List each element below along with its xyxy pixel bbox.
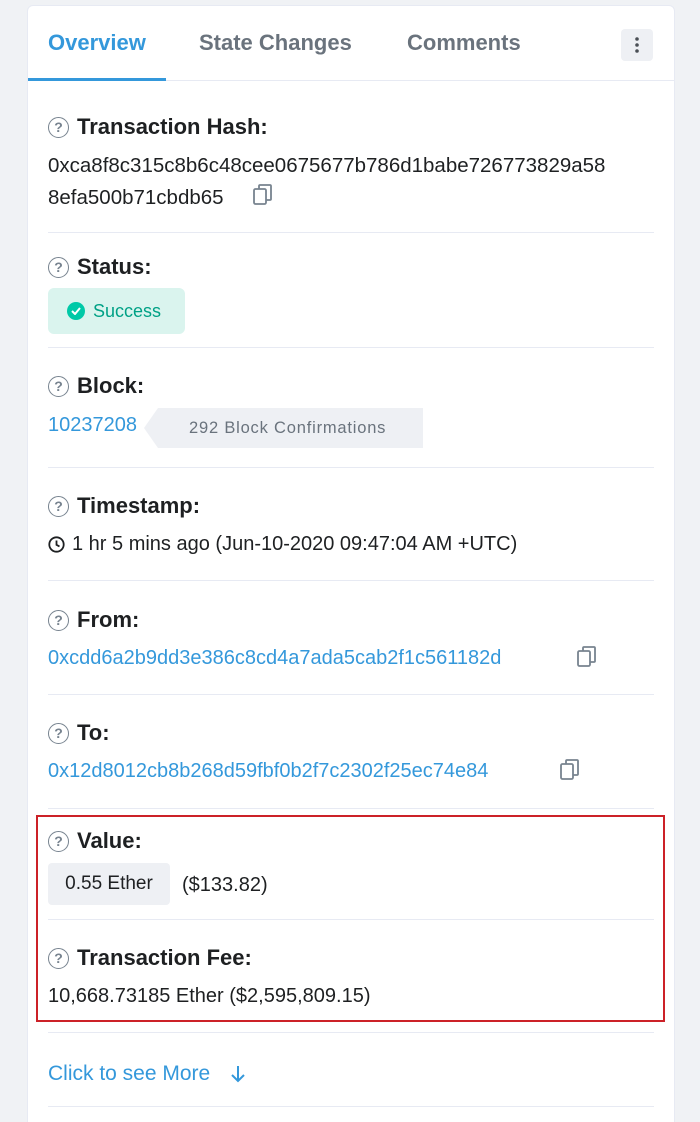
block-confirmations-badge: 292 Block Confirmations <box>144 408 423 448</box>
to-label-text: To: <box>77 720 110 745</box>
value-fee-highlight-box <box>36 815 665 1022</box>
status-label-text: Status: <box>77 254 152 279</box>
divider <box>48 580 654 581</box>
see-more-label: Click to see More <box>48 1062 211 1085</box>
help-icon[interactable]: ? <box>48 495 69 517</box>
from-address-link[interactable]: 0xcdd6a2b9dd3e386c8cd4a7ada5cab2f1c56118… <box>48 647 501 670</box>
active-tab-indicator <box>28 78 166 81</box>
block-label-text: Block: <box>77 373 145 398</box>
tab-overview[interactable]: Overview <box>48 30 146 56</box>
tab-bar: Overview State Changes Comments <box>28 6 674 81</box>
transaction-hash-label-text: Transaction Hash: <box>77 114 268 139</box>
divider <box>48 1032 654 1033</box>
from-label-text: From: <box>77 607 140 632</box>
arrow-down-icon <box>231 1066 245 1083</box>
tab-state-changes[interactable]: State Changes <box>199 30 352 56</box>
to-label: ? To: <box>48 720 110 746</box>
block-label: ? Block: <box>48 373 144 399</box>
transaction-hash-label: ? Transaction Hash: <box>48 114 268 140</box>
to-address-link[interactable]: 0x12d8012cb8b268d59fbf0b2f7c2302f25ec74e… <box>48 760 488 783</box>
transaction-hash-value-line1: 0xca8f8c315c8b6c48cee0675677b786d1babe72… <box>48 154 606 177</box>
more-vertical-icon <box>635 37 639 53</box>
clock-icon <box>48 536 65 553</box>
divider <box>48 232 654 233</box>
status-value: Success <box>93 300 162 321</box>
help-icon[interactable]: ? <box>48 609 69 631</box>
divider <box>48 808 654 809</box>
timestamp-label-text: Timestamp: <box>77 493 201 518</box>
check-circle-icon <box>67 302 85 320</box>
from-label: ? From: <box>48 607 139 633</box>
copy-icon[interactable] <box>253 184 273 206</box>
timestamp-text: 1 hr 5 mins ago (Jun-10-2020 09:47:04 AM… <box>72 533 518 555</box>
timestamp-label: ? Timestamp: <box>48 493 200 519</box>
help-icon[interactable]: ? <box>48 256 69 278</box>
copy-icon[interactable] <box>577 646 597 668</box>
copy-icon[interactable] <box>560 759 580 781</box>
more-options-button[interactable] <box>621 29 653 61</box>
transaction-hash-value-line2: 8efa500b71cbdb65 <box>48 186 224 209</box>
status-badge: Success <box>48 288 185 334</box>
status-label: ? Status: <box>48 254 152 280</box>
tab-comments[interactable]: Comments <box>407 30 521 56</box>
block-number-link[interactable]: 10237208 <box>48 414 137 437</box>
divider <box>48 347 654 348</box>
divider <box>48 1106 654 1107</box>
divider <box>48 694 654 695</box>
help-icon[interactable]: ? <box>48 722 69 744</box>
divider <box>48 467 654 468</box>
help-icon[interactable]: ? <box>48 375 69 397</box>
help-icon[interactable]: ? <box>48 116 69 138</box>
see-more-link[interactable]: Click to see More <box>48 1062 246 1086</box>
timestamp-value: 1 hr 5 mins ago (Jun-10-2020 09:47:04 AM… <box>48 533 517 556</box>
